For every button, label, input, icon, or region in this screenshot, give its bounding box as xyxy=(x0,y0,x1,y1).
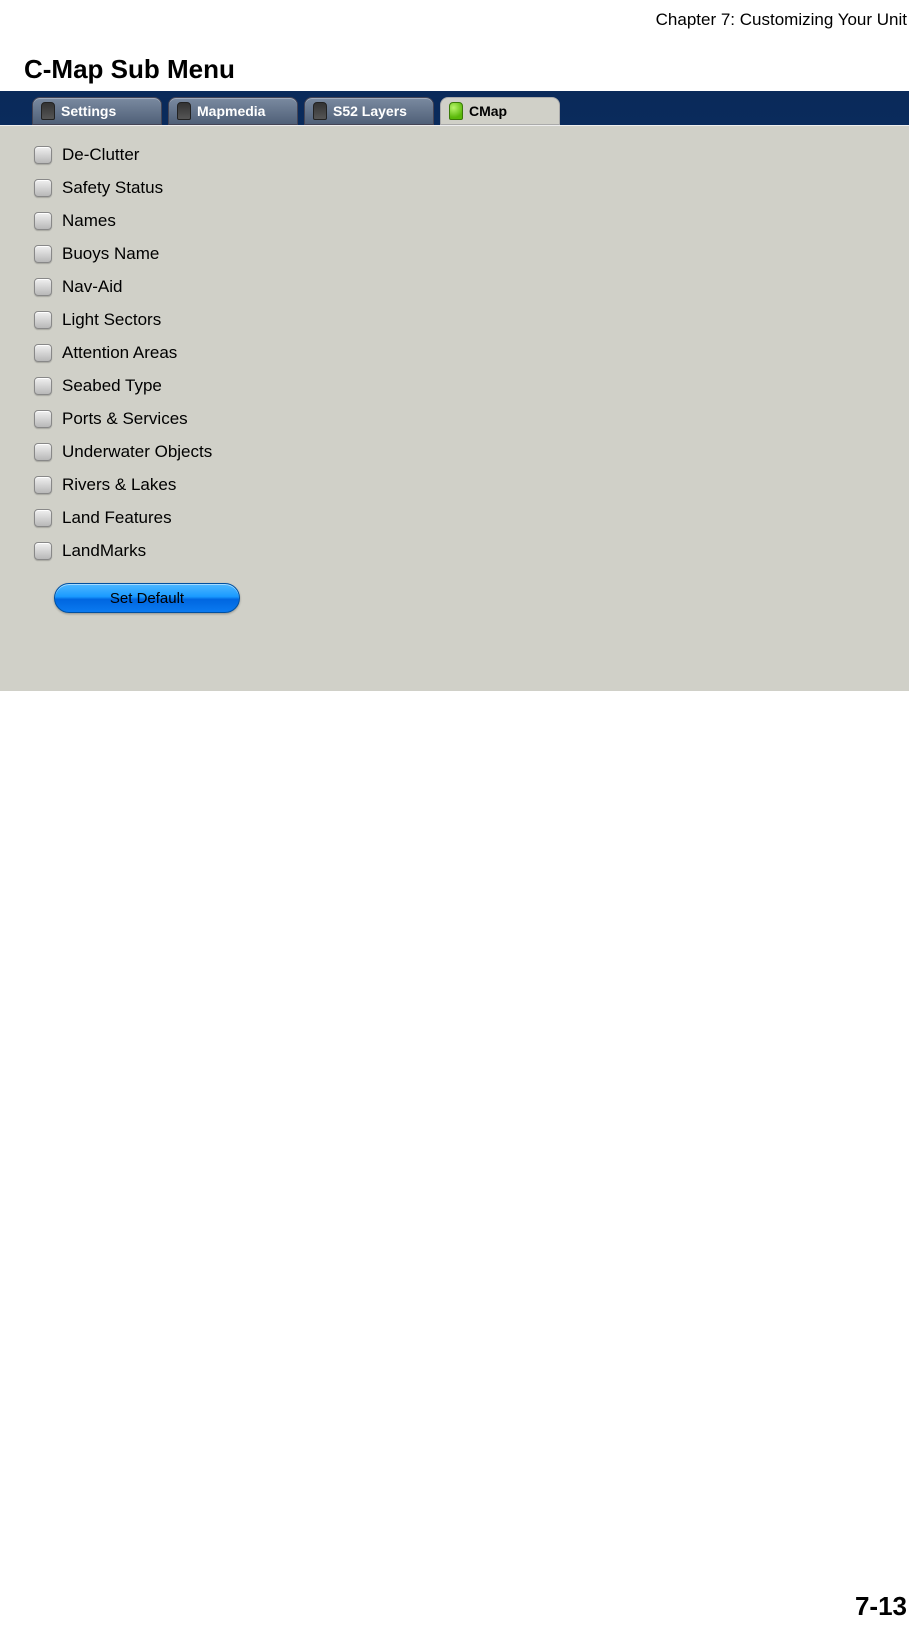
section-title: C-Map Sub Menu xyxy=(24,54,909,85)
checkbox-icon xyxy=(34,179,52,197)
tab-label: S52 Layers xyxy=(333,103,407,119)
option-label: Seabed Type xyxy=(62,376,162,396)
option-nav-aid[interactable]: Nav-Aid xyxy=(34,270,909,303)
button-label: Set Default xyxy=(110,590,184,607)
folder-icon xyxy=(313,102,327,120)
checkbox-icon xyxy=(34,509,52,527)
checkbox-icon xyxy=(34,278,52,296)
checkbox-icon xyxy=(34,476,52,494)
document-page: Chapter 7: Customizing Your Unit C-Map S… xyxy=(0,0,909,1640)
tab-s52-layers[interactable]: S52 Layers xyxy=(304,97,434,125)
tab-bar: Settings Mapmedia S52 Layers CMap xyxy=(32,97,909,125)
checkbox-icon xyxy=(34,344,52,362)
option-landmarks[interactable]: LandMarks xyxy=(34,534,909,567)
folder-icon xyxy=(449,102,463,120)
option-label: Nav-Aid xyxy=(62,277,122,297)
checkbox-icon xyxy=(34,377,52,395)
checkbox-icon xyxy=(34,410,52,428)
option-label: Land Features xyxy=(62,508,172,528)
option-label: Safety Status xyxy=(62,178,163,198)
checkbox-icon xyxy=(34,212,52,230)
option-underwater-objects[interactable]: Underwater Objects xyxy=(34,435,909,468)
chapter-header: Chapter 7: Customizing Your Unit xyxy=(0,10,909,30)
option-label: Rivers & Lakes xyxy=(62,475,176,495)
option-label: LandMarks xyxy=(62,541,146,561)
checkbox-icon xyxy=(34,443,52,461)
option-label: De-Clutter xyxy=(62,145,139,165)
option-rivers-lakes[interactable]: Rivers & Lakes xyxy=(34,468,909,501)
option-label: Buoys Name xyxy=(62,244,159,264)
option-buoys-name[interactable]: Buoys Name xyxy=(34,237,909,270)
option-seabed-type[interactable]: Seabed Type xyxy=(34,369,909,402)
tab-label: CMap xyxy=(469,103,507,119)
folder-icon xyxy=(177,102,191,120)
checkbox-icon xyxy=(34,311,52,329)
option-light-sectors[interactable]: Light Sectors xyxy=(34,303,909,336)
option-ports-services[interactable]: Ports & Services xyxy=(34,402,909,435)
tab-settings[interactable]: Settings xyxy=(32,97,162,125)
tab-label: Settings xyxy=(61,103,116,119)
folder-icon xyxy=(41,102,55,120)
checkbox-icon xyxy=(34,245,52,263)
checkbox-icon xyxy=(34,542,52,560)
option-label: Underwater Objects xyxy=(62,442,212,462)
option-attention-areas[interactable]: Attention Areas xyxy=(34,336,909,369)
option-list: De-Clutter Safety Status Names Buoys Nam… xyxy=(0,126,909,567)
checkbox-icon xyxy=(34,146,52,164)
tab-label: Mapmedia xyxy=(197,103,265,119)
content-panel: De-Clutter Safety Status Names Buoys Nam… xyxy=(0,125,909,691)
option-label: Attention Areas xyxy=(62,343,177,363)
set-default-button[interactable]: Set Default xyxy=(54,583,240,613)
screenshot-panel: Settings Mapmedia S52 Layers CMap De-Clu… xyxy=(0,91,909,691)
option-label: Light Sectors xyxy=(62,310,161,330)
tab-mapmedia[interactable]: Mapmedia xyxy=(168,97,298,125)
option-safety-status[interactable]: Safety Status xyxy=(34,171,909,204)
option-label: Names xyxy=(62,211,116,231)
option-label: Ports & Services xyxy=(62,409,188,429)
option-land-features[interactable]: Land Features xyxy=(34,501,909,534)
tab-cmap[interactable]: CMap xyxy=(440,97,560,125)
option-de-clutter[interactable]: De-Clutter xyxy=(34,138,909,171)
page-number: 7-13 xyxy=(855,1591,907,1622)
option-names[interactable]: Names xyxy=(34,204,909,237)
